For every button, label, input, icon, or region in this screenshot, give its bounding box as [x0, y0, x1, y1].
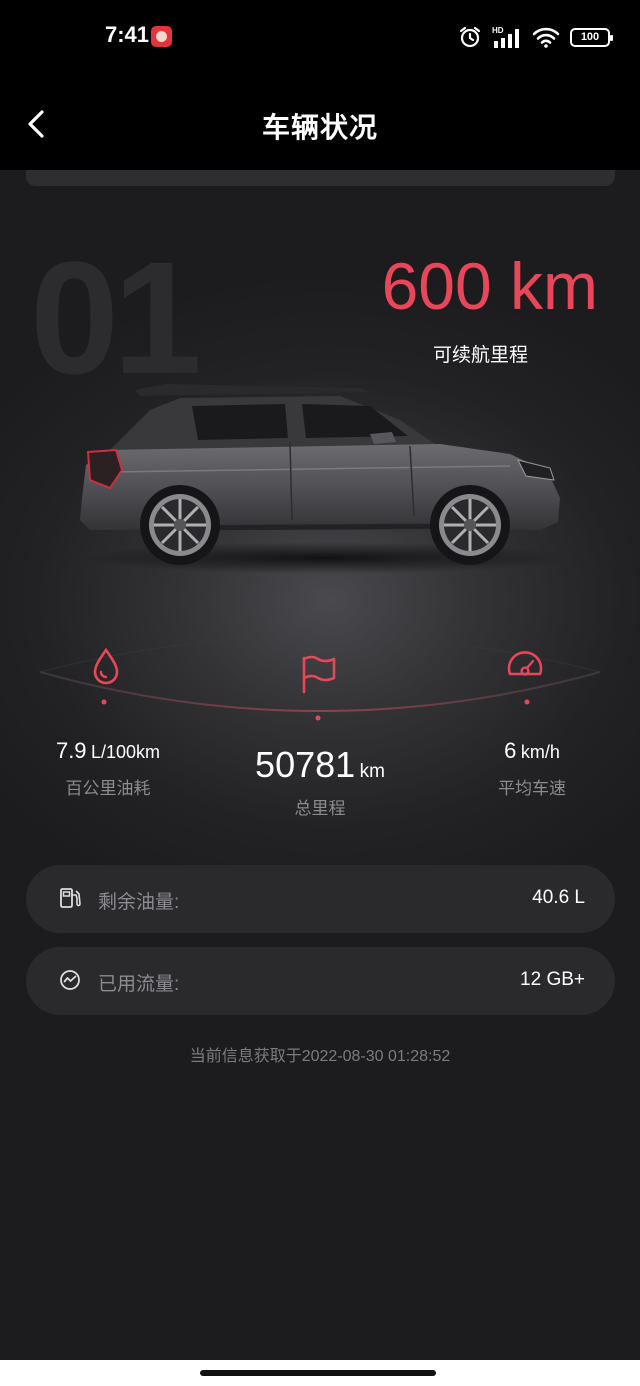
total-mileage-number: 50781	[255, 744, 356, 785]
home-indicator[interactable]	[200, 1370, 436, 1376]
battery-indicator: 100	[570, 27, 613, 47]
hd-label: HD	[492, 26, 504, 35]
droplet-icon	[93, 647, 119, 685]
wifi-icon	[532, 27, 560, 48]
arc-dot	[315, 715, 321, 721]
gesture-bar-area	[0, 1360, 640, 1386]
data-used-label: 已用流量:	[98, 974, 180, 995]
vehicle-status-content: 01 600 km 可续航里程 7.9 L/100km 百公里油耗 50781 …	[0, 170, 640, 1360]
data-used-row: 已用流量: 12 GB+	[26, 947, 615, 1015]
status-bar: 7:41 HD 100	[0, 0, 640, 72]
traffic-icon	[60, 970, 80, 990]
nav-bar: 车辆状况	[0, 72, 640, 170]
background-number: 01	[30, 228, 202, 407]
total-mileage-unit: km	[359, 761, 385, 782]
total-mileage-value: 50781 km	[220, 744, 420, 786]
top-card-edge	[26, 170, 615, 186]
fuel-remaining-label: 剩余油量:	[98, 892, 180, 913]
status-time: 7:41	[105, 22, 150, 47]
fuel-remaining-row: 剩余油量: 40.6 L	[26, 865, 615, 933]
car-image	[80, 384, 570, 574]
arc-dot	[524, 699, 530, 705]
status-icons: HD 100	[458, 24, 613, 50]
fuel-pump-icon	[60, 888, 81, 908]
average-speed-value: 6 km/h	[452, 738, 612, 764]
update-timestamp: 当前信息获取于2022-08-30 01:28:52	[189, 1048, 451, 1065]
app-notification-icon	[151, 26, 172, 47]
fuel-consumption-unit: L/100km	[91, 742, 161, 762]
average-speed-label: 平均车速	[498, 779, 566, 798]
page-title: 车辆状况	[261, 112, 378, 143]
fuel-consumption-label: 百公里油耗	[65, 779, 151, 798]
fuel-remaining-value: 40.6 L	[532, 887, 585, 908]
flag-icon	[302, 655, 336, 694]
alarm-icon	[459, 26, 481, 48]
data-used-value: 12 GB+	[520, 969, 585, 990]
average-speed-unit: km/h	[520, 742, 560, 762]
fuel-consumption-value: 7.9 L/100km	[28, 738, 188, 764]
range-value: 600 km	[381, 249, 598, 323]
fuel-consumption-number: 7.9	[55, 738, 87, 763]
speedometer-icon	[507, 651, 543, 676]
cellular-signal-icon: HD	[492, 26, 519, 48]
average-speed-number: 6	[504, 738, 517, 763]
total-mileage-label: 总里程	[294, 799, 346, 818]
range-label: 可续航里程	[432, 345, 528, 366]
arc-dot	[101, 699, 107, 705]
